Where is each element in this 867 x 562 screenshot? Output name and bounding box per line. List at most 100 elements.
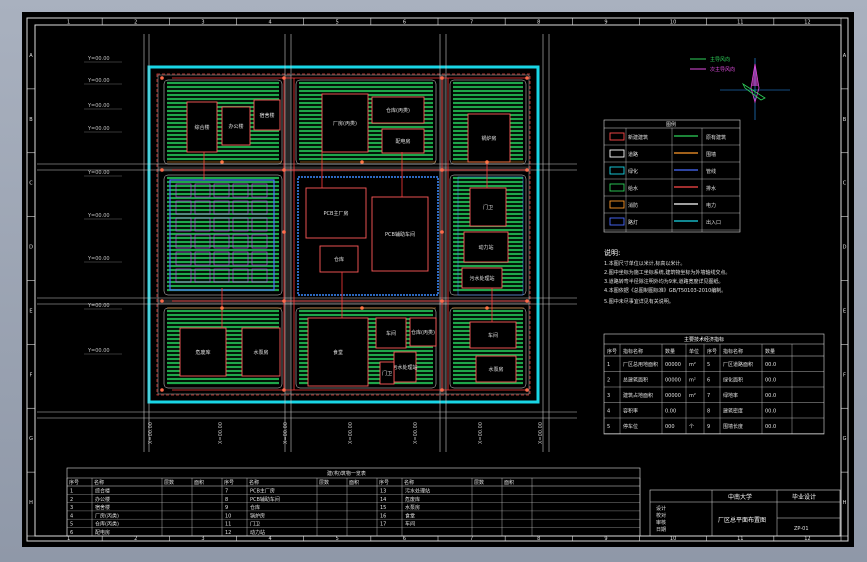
building-label: 综合楼 bbox=[194, 124, 209, 131]
title-block-row-1: 设计 bbox=[656, 505, 666, 512]
legend-item: 绿化 bbox=[628, 168, 638, 175]
legend-item: 新建建筑 bbox=[628, 134, 648, 141]
tech-table-cell: 绿化面积 bbox=[723, 377, 743, 384]
wind-label-2: 次主导风向 bbox=[710, 66, 735, 73]
building-label: 配电房 bbox=[395, 138, 410, 145]
tech-table-cell: 建筑占地面积 bbox=[623, 392, 653, 399]
tech-table-cell: 00.0 bbox=[765, 409, 776, 415]
road-label-left: Y=00.00 bbox=[87, 213, 110, 219]
building-label: 食堂 bbox=[333, 349, 343, 356]
bottom-table-cell: 仓库(丙类) bbox=[95, 521, 119, 528]
note-4: 4.本图依据《总图制图标准》GB/T50103-2010编制。 bbox=[604, 287, 726, 294]
road-label-bottom: X=00.00 bbox=[413, 422, 419, 444]
building-label: 厂房(丙类) bbox=[333, 120, 357, 127]
bottom-table-cell: 1 bbox=[70, 489, 73, 495]
tech-indicators-table: 主要技术经济指标 序号 指标名称 数量 单位 序号 指标名称 数量1 厂区总用地面积 00000… bbox=[603, 333, 825, 435]
legend-item: 围墙 bbox=[706, 151, 716, 158]
col-label-bottom: 9 bbox=[604, 536, 607, 542]
tech-table-cell: 00.0 bbox=[765, 393, 776, 399]
tech-table-cell: m² bbox=[689, 378, 696, 384]
bottom-table-cell: 仓库 bbox=[250, 504, 260, 511]
legend-item: 道路 bbox=[628, 151, 638, 158]
tech-table-header: 指标名称 bbox=[623, 348, 643, 355]
building-label: PCB辅助车间 bbox=[385, 231, 415, 238]
tech-table-header: 序号 bbox=[607, 348, 617, 355]
bottom-table-header: 名称 bbox=[249, 479, 259, 486]
tech-table-cell: 00000 bbox=[665, 362, 681, 368]
row-label-left: C bbox=[29, 181, 33, 187]
drawing-canvas[interactable]: 1 1 2 2 3 3 4 4 5 5 6 6 7 7 8 8 9 9 10 10 11 11 12 12 A A B B C C D D E E… bbox=[22, 12, 854, 547]
row-label-left: H bbox=[29, 500, 33, 506]
row-label-right: F bbox=[843, 372, 846, 378]
road-label-bottom: X=00.00 bbox=[348, 422, 354, 444]
col-label-top: 10 bbox=[670, 20, 676, 26]
road-label-bottom: X=00.00 bbox=[218, 422, 224, 444]
bottom-table-cell: 17 bbox=[380, 522, 386, 528]
row-label-left: B bbox=[29, 117, 33, 123]
bottom-table-cell: 14 bbox=[380, 497, 386, 503]
building-label: 宿舍楼 bbox=[259, 112, 274, 119]
road-label-left: Y=00.00 bbox=[87, 56, 110, 62]
tech-table-cell: 00000 bbox=[665, 378, 681, 384]
road-label-left: Y=00.00 bbox=[87, 78, 110, 84]
bottom-table-cell: PCB辅助车间 bbox=[250, 496, 280, 503]
col-label-top: 1 bbox=[67, 20, 70, 26]
tech-table-cell: 000 bbox=[665, 424, 675, 430]
col-label-top: 11 bbox=[737, 20, 743, 26]
building: PCB辅助车间 bbox=[371, 196, 429, 272]
bottom-table-cell: 13 bbox=[380, 489, 386, 495]
tech-table-header: 指标名称 bbox=[723, 348, 743, 355]
bottom-table-cell: 12 bbox=[225, 530, 231, 536]
tech-table-cell: m² bbox=[689, 362, 696, 368]
bottom-table-header: 面积 bbox=[349, 479, 359, 486]
row-label-right: B bbox=[843, 117, 847, 123]
road-label-left: Y=00.00 bbox=[87, 126, 110, 132]
col-label-top: 2 bbox=[134, 20, 137, 26]
bottom-table-header: 名称 bbox=[404, 479, 414, 486]
row-label-right: D bbox=[843, 245, 847, 251]
tech-table-header: 单位 bbox=[689, 348, 699, 355]
building: PCB主厂房 bbox=[305, 187, 367, 239]
tech-table-cell: 5 bbox=[607, 424, 610, 430]
bottom-table-cell: 办公楼 bbox=[95, 496, 110, 503]
bottom-table-cell: 2 bbox=[70, 497, 73, 503]
bottom-table-cell: 门卫 bbox=[250, 521, 260, 528]
legend-item: 消防 bbox=[628, 202, 638, 209]
building-label: 仓库(丙类) bbox=[386, 107, 410, 114]
legend-item: 电力 bbox=[706, 202, 716, 209]
bottom-table-header: 层数 bbox=[164, 479, 174, 486]
building: 仓库 bbox=[319, 245, 359, 273]
bottom-table-cell: 车间 bbox=[405, 521, 415, 528]
legend-item: 给水 bbox=[628, 185, 638, 192]
row-label-right: H bbox=[843, 500, 847, 506]
building: 仓库(丙类) bbox=[371, 96, 425, 124]
bottom-table-header: 面积 bbox=[194, 479, 204, 486]
legend-item: 路灯 bbox=[628, 219, 638, 226]
tech-table-cell: 5 bbox=[707, 362, 710, 368]
col-label-bottom: 12 bbox=[804, 536, 810, 542]
legend-table: 图例 新建建筑 原有建筑道路 围墙绿化 管线给水 排水消防 电力路灯 出入口 bbox=[603, 119, 741, 233]
title-block-project: 毕业设计 bbox=[792, 493, 816, 501]
bottom-table-cell: 7 bbox=[225, 489, 228, 495]
tech-table-cell: 停车位 bbox=[623, 423, 638, 430]
building-label: 动力站 bbox=[478, 244, 493, 251]
building-label: 污水处理站 bbox=[392, 364, 417, 371]
col-label-bottom: 7 bbox=[470, 536, 473, 542]
bottom-table-cell: 食堂 bbox=[405, 512, 415, 519]
tech-table-header: 序号 bbox=[707, 348, 717, 355]
bottom-table-header: 层数 bbox=[474, 479, 484, 486]
bottom-table-cell: 厂房(丙类) bbox=[95, 512, 119, 519]
legend-item: 出入口 bbox=[706, 219, 721, 226]
tech-table-title: 主要技术经济指标 bbox=[684, 336, 724, 343]
col-label-top: 5 bbox=[336, 20, 339, 26]
tech-table-cell: 总建筑面积 bbox=[623, 377, 648, 384]
tech-table-cell: 1 bbox=[607, 362, 610, 368]
wind-label-1: 主导风向 bbox=[710, 56, 730, 63]
bottom-table-cell: PCB主厂房 bbox=[250, 488, 275, 495]
col-label-top: 3 bbox=[201, 20, 204, 26]
bottom-table-cell: 3 bbox=[70, 505, 73, 511]
col-label-bottom: 5 bbox=[336, 536, 339, 542]
tech-table-cell: m² bbox=[689, 393, 696, 399]
road-label-bottom: X=00.00 bbox=[283, 422, 289, 444]
title-block: 中南大学 毕业设计 厂区总平面布置图 ZP-01 设计 校对 审核 日期 bbox=[649, 489, 841, 537]
